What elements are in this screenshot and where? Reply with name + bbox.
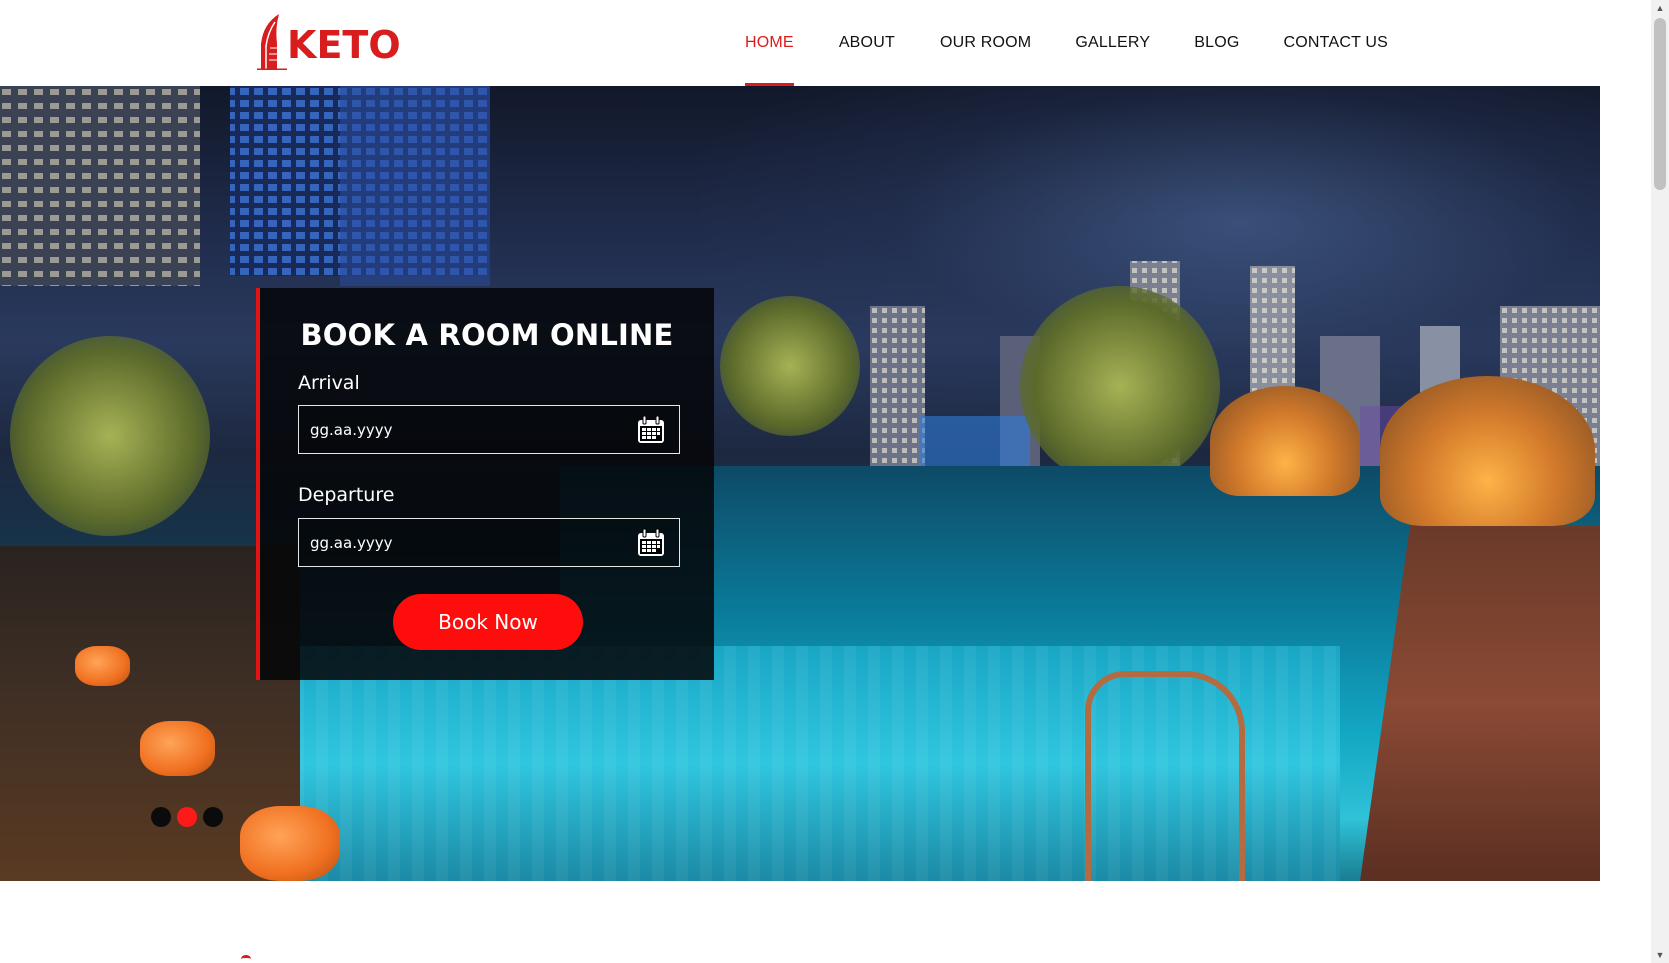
pool-ladder (1085, 671, 1245, 881)
departure-label: Departure (298, 484, 395, 506)
site-logo[interactable]: KETO (257, 14, 401, 70)
brand-name: KETO (287, 23, 401, 67)
calendar-icon[interactable] (636, 415, 666, 445)
nav-our-room[interactable]: OUR ROOM (940, 0, 1031, 86)
scroll-down-arrow-icon[interactable]: ▼ (1651, 947, 1669, 963)
book-now-button[interactable]: Book Now (393, 594, 583, 650)
calendar-icon[interactable] (636, 528, 666, 558)
main-nav: HOME ABOUT OUR ROOM GALLERY BLOG CONTACT… (745, 0, 1388, 86)
scroll-up-arrow-icon[interactable]: ▲ (1651, 0, 1669, 16)
arrival-date-input[interactable] (299, 406, 629, 453)
departure-field (298, 518, 680, 567)
nav-about[interactable]: ABOUT (839, 0, 895, 86)
towel (240, 806, 340, 881)
hotel-tower-icon (257, 14, 287, 70)
garden-tree (10, 336, 210, 536)
slider-dot-2[interactable] (177, 807, 197, 827)
slider-dot-3[interactable] (203, 807, 223, 827)
section-logo-mark (241, 955, 251, 963)
towel (75, 646, 130, 686)
palm-tree (720, 296, 860, 436)
slider-pagination (151, 807, 223, 827)
page-scrollbar[interactable]: ▲ ▼ (1651, 0, 1669, 963)
nav-gallery[interactable]: GALLERY (1075, 0, 1150, 86)
departure-date-input[interactable] (299, 519, 629, 566)
booking-title: BOOK A ROOM ONLINE (300, 318, 674, 352)
arrival-label: Arrival (298, 372, 360, 394)
lounge-pod (1380, 376, 1595, 526)
arrival-field (298, 405, 680, 454)
towel (140, 721, 215, 776)
scrollbar-thumb[interactable] (1654, 18, 1666, 190)
nav-contact-us[interactable]: CONTACT US (1284, 0, 1389, 86)
palm-tree (1020, 286, 1220, 486)
nav-home[interactable]: HOME (745, 0, 794, 86)
site-header: KETO HOME ABOUT OUR ROOM GALLERY BLOG CO… (0, 0, 1600, 86)
lounge-pod (1210, 386, 1360, 496)
nav-blog[interactable]: BLOG (1194, 0, 1239, 86)
booking-form: BOOK A ROOM ONLINE Arrival Departure (256, 288, 714, 680)
slider-dot-1[interactable] (151, 807, 171, 827)
hero-slider (0, 86, 1600, 881)
